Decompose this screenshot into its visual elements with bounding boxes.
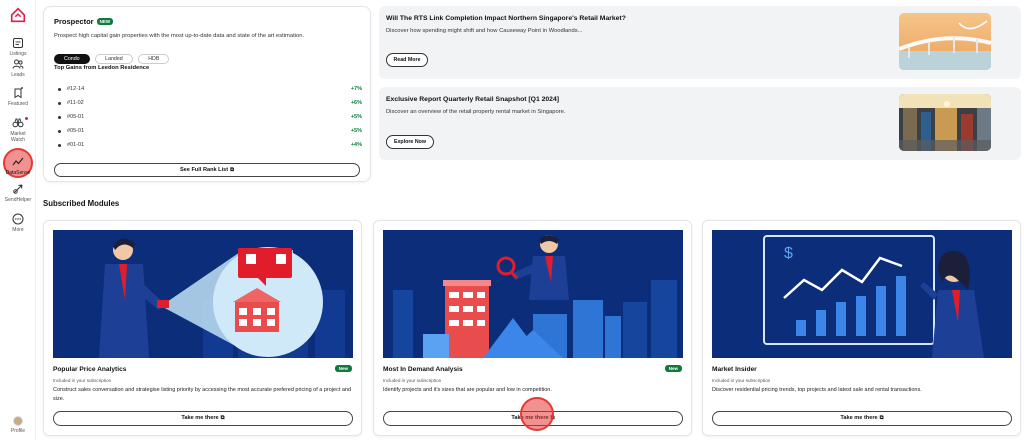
subscription-note: Included in your subscription bbox=[383, 378, 442, 383]
tab-hdb[interactable]: HDB bbox=[138, 54, 170, 64]
list-item: #11-02 +6% bbox=[58, 100, 362, 114]
article-card-retail-snapshot: Exclusive Report Quarterly Retail Snapsh… bbox=[379, 87, 1021, 160]
sidebar-item-featured[interactable]: Featured bbox=[0, 87, 36, 107]
sidebar-item-market-watch[interactable]: Market Watch bbox=[0, 117, 36, 143]
gain-value: +5% bbox=[350, 128, 362, 134]
listings-icon bbox=[13, 38, 23, 48]
prospector-card: Prospector NEW Prospect high capital gain… bbox=[43, 6, 371, 182]
module-title: Most In Demand Analysis bbox=[383, 366, 463, 373]
section-title: Subscribed Modules bbox=[43, 199, 120, 208]
market-insider-illustration: $ bbox=[712, 230, 1012, 358]
mall-interior-image bbox=[899, 94, 991, 151]
leads-icon bbox=[12, 59, 24, 69]
sidebar-item-datasense[interactable]: DataSense bbox=[0, 156, 36, 176]
new-badge: NEW bbox=[96, 18, 114, 25]
external-link-icon: ⧉ bbox=[220, 415, 225, 421]
module-card-most-in-demand-analysis: Most In Demand Analysis New Included in … bbox=[373, 220, 692, 436]
subscription-note: Included in your subscription bbox=[712, 378, 771, 383]
binoculars-icon bbox=[12, 118, 24, 128]
prospector-title-row: Prospector NEW bbox=[54, 17, 114, 26]
demand-analysis-illustration bbox=[383, 230, 683, 358]
button-label: See Full Rank List bbox=[179, 167, 229, 173]
bullet bbox=[58, 144, 61, 147]
tab-condo[interactable]: Condo bbox=[54, 54, 90, 64]
sidebar-item-label: More bbox=[12, 227, 24, 233]
rts-bridge-image bbox=[899, 13, 991, 70]
sidebar-item-leads[interactable]: Leads bbox=[0, 58, 36, 78]
unit-number: #11-02 bbox=[67, 100, 84, 106]
avatar bbox=[13, 416, 23, 426]
gain-value: +5% bbox=[350, 114, 362, 120]
module-description: Identify projects and it's sizes that ar… bbox=[383, 387, 552, 393]
bullet bbox=[58, 88, 61, 91]
sidebar-item-label: Listings bbox=[9, 51, 27, 57]
price-analytics-illustration bbox=[53, 230, 353, 358]
gain-value: +7% bbox=[350, 86, 362, 92]
top-gains-subtitle: Top Gains from Leedon Residence bbox=[54, 65, 150, 71]
module-card-market-insider: $ Market Insider Included in your subscr… bbox=[702, 220, 1021, 436]
new-badge: New bbox=[334, 365, 352, 372]
prospector-title: Prospector bbox=[54, 17, 94, 26]
list-item: #12-14 +7% bbox=[58, 86, 362, 100]
click-highlight-ring bbox=[520, 397, 554, 431]
sidebar-item-listings[interactable]: Listings bbox=[0, 37, 36, 57]
article-description: Discover how spending might shift and ho… bbox=[386, 28, 583, 34]
subscription-note: Included in your subscription bbox=[53, 378, 112, 383]
sidebar-item-more[interactable]: More bbox=[0, 213, 36, 233]
read-more-button[interactable]: Read More bbox=[386, 53, 428, 67]
module-title: Popular Price Analytics bbox=[53, 366, 127, 373]
article-description: Discover an overview of the retail prope… bbox=[386, 109, 566, 115]
prospector-description: Prospect high capital gain properties wi… bbox=[54, 33, 305, 39]
list-item: #05-01 +5% bbox=[58, 128, 362, 142]
module-title: Market Insider bbox=[712, 366, 757, 373]
sidebar-item-label: Featured bbox=[7, 101, 28, 107]
module-description: Discover residential pricing trends, top… bbox=[712, 387, 922, 393]
explore-now-button[interactable]: Explore Now bbox=[386, 135, 434, 149]
sidebar-item-label: Market Watch bbox=[10, 131, 26, 143]
sidebar-item-sendhelper[interactable]: SendHelper bbox=[0, 183, 36, 203]
gain-value: +4% bbox=[350, 142, 362, 148]
top-gains-list: #12-14 +7% #11-02 +6% #05-01 +5% #05-01 +5% … bbox=[58, 86, 362, 156]
article-card-rts-link: Will The RTS Link Completion Impact Nort… bbox=[379, 6, 1021, 79]
app-logo-icon[interactable] bbox=[9, 6, 27, 24]
module-description: Construct sales conversation and strateg… bbox=[53, 387, 352, 402]
sidebar-item-label: Leads bbox=[11, 72, 25, 78]
svg-text:$: $ bbox=[784, 245, 793, 262]
profile-menu[interactable]: Profile bbox=[0, 416, 36, 434]
sidebar-item-label: SendHelper bbox=[4, 197, 32, 203]
new-badge: New bbox=[664, 365, 682, 372]
article-title: Will The RTS Link Completion Impact Nort… bbox=[386, 15, 626, 22]
bullet bbox=[58, 102, 61, 105]
take-me-there-button[interactable]: Take me there⧉ bbox=[712, 411, 1012, 426]
see-full-rank-list-button[interactable]: See Full Rank List ⧉ bbox=[54, 163, 360, 177]
sidebar-item-label: DataSense bbox=[5, 170, 31, 176]
take-me-there-button[interactable]: Take me there⧉ bbox=[53, 411, 353, 426]
list-item: #05-01 +5% bbox=[58, 114, 362, 128]
app-root: Listings Leads Featured Market Watch Dat… bbox=[0, 0, 1024, 440]
more-icon bbox=[12, 213, 24, 225]
unit-number: #01-01 bbox=[67, 142, 85, 148]
unit-number: #05-01 bbox=[67, 114, 85, 120]
send-icon bbox=[13, 184, 23, 194]
property-type-tabs: Condo Landed HDB bbox=[54, 47, 170, 64]
module-card-popular-price-analytics: Popular Price Analytics New Included in … bbox=[43, 220, 362, 436]
sidebar: Listings Leads Featured Market Watch Dat… bbox=[0, 0, 36, 440]
tab-landed[interactable]: Landed bbox=[95, 54, 133, 64]
bullet bbox=[58, 130, 61, 133]
bullet bbox=[58, 116, 61, 119]
button-label: Take me there bbox=[181, 415, 219, 421]
gain-value: +6% bbox=[350, 100, 362, 106]
notification-dot bbox=[25, 117, 28, 120]
article-title: Exclusive Report Quarterly Retail Snapsh… bbox=[386, 96, 560, 103]
list-item: #01-01 +4% bbox=[58, 142, 362, 156]
chart-line-icon bbox=[12, 157, 24, 166]
button-label: Take me there bbox=[840, 415, 878, 421]
profile-label: Profile bbox=[10, 428, 26, 434]
unit-number: #12-14 bbox=[67, 86, 85, 92]
featured-icon bbox=[14, 87, 23, 99]
external-link-icon: ⧉ bbox=[879, 415, 884, 421]
unit-number: #05-01 bbox=[67, 128, 85, 134]
external-link-icon: ⧉ bbox=[230, 167, 235, 173]
